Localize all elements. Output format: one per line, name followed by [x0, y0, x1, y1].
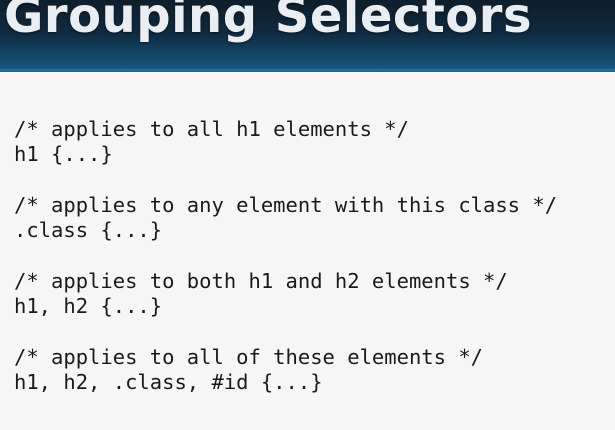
code-example: /* applies to both h1 and h2 elements */…	[14, 269, 609, 319]
code-rule: h1 {...}	[14, 142, 113, 166]
code-rule: .class {...}	[14, 218, 163, 242]
code-comment: /* applies to all h1 elements */	[14, 117, 409, 141]
code-comment: /* applies to any element with this clas…	[14, 193, 558, 217]
code-example: /* applies to all of these elements */ h…	[14, 345, 609, 395]
code-comment: /* applies to both h1 and h2 elements */	[14, 269, 508, 293]
code-comment: /* applies to all of these elements */	[14, 345, 483, 369]
code-example: /* applies to all h1 elements */ h1 {...…	[14, 117, 609, 167]
slide-title: Grouping Selectors	[4, 0, 533, 44]
title-bar: Grouping Selectors	[0, 0, 615, 72]
code-rule: h1, h2 {...}	[14, 294, 163, 318]
code-example: /* applies to any element with this clas…	[14, 193, 609, 243]
code-examples: /* applies to all h1 elements */ h1 {...…	[14, 117, 609, 421]
code-rule: h1, h2, .class, #id {...}	[14, 370, 323, 394]
slide: Grouping Selectors /* applies to all h1 …	[0, 0, 615, 430]
